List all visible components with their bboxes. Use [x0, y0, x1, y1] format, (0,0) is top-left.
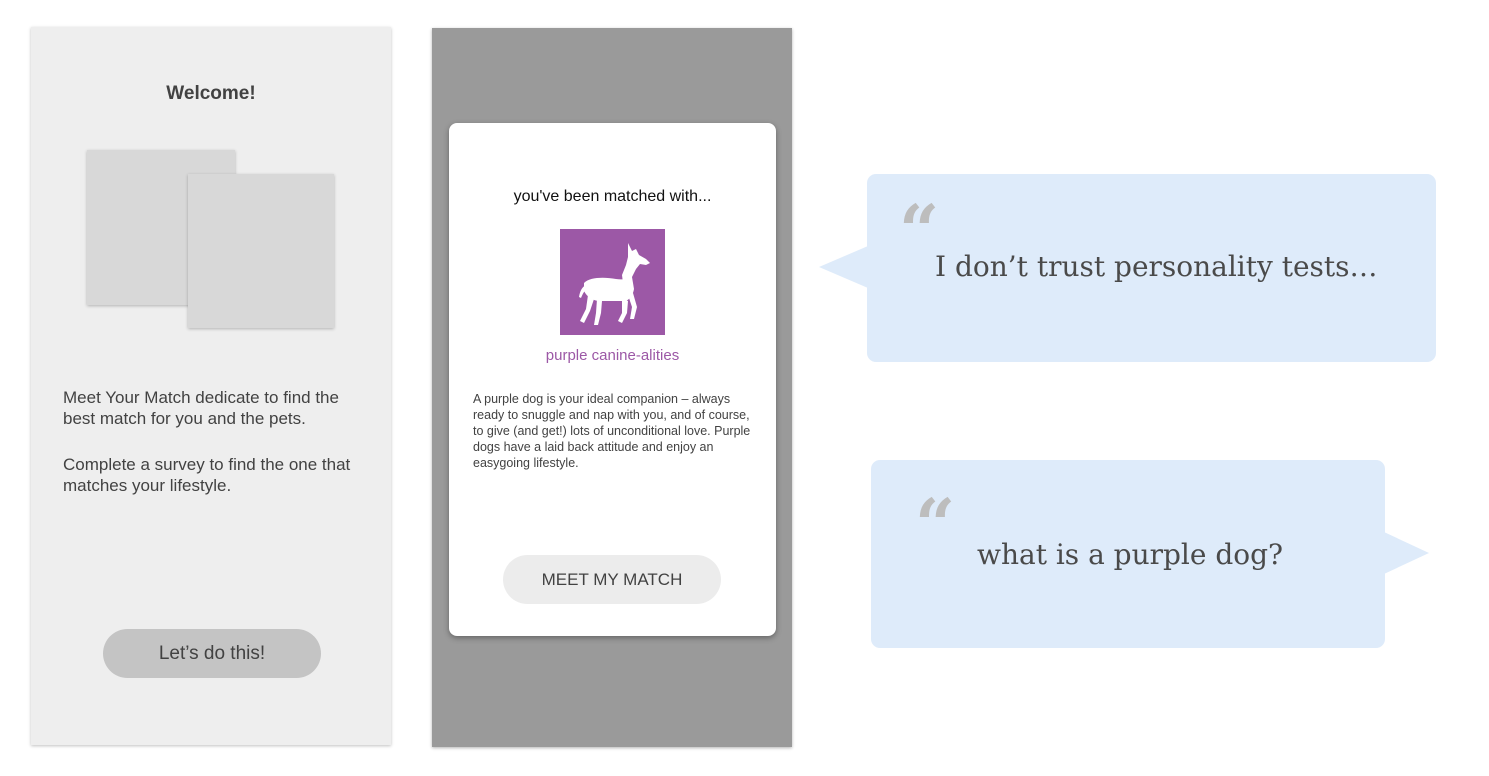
quote-text-1: I don’t trust personality tests…: [935, 250, 1378, 283]
quote-bubble-2: “ what is a purple dog?: [871, 460, 1429, 648]
match-dialog: you've been matched with... purple canin…: [449, 123, 776, 636]
quote-bubble-1: “ I don’t trust personality tests…: [819, 174, 1436, 362]
match-heading: you've been matched with...: [513, 188, 712, 205]
bubble-tail-right: [1384, 532, 1429, 574]
dog-silhouette-icon: [560, 229, 665, 335]
image-placeholder-front: [188, 174, 334, 328]
intro-text: Meet Your Match dedicate to find the bes…: [63, 388, 339, 428]
survey-text: Complete a survey to find the one that m…: [63, 455, 351, 495]
meet-my-match-button[interactable]: MEET MY MATCH: [503, 555, 721, 604]
welcome-screen: Welcome! Meet Your Match dedicate to fin…: [31, 27, 391, 745]
lets-do-this-button[interactable]: Let’s do this!: [103, 629, 321, 678]
match-description: A purple dog is your ideal companion – a…: [473, 392, 751, 470]
match-screen-overlay: you've been matched with... purple canin…: [432, 28, 792, 747]
quote-mark-icon: “: [899, 189, 940, 272]
quote-mark-icon: “: [915, 483, 956, 566]
quote-text-2: what is a purple dog?: [977, 538, 1284, 571]
welcome-title: Welcome!: [166, 83, 256, 104]
match-name: purple canine-alities: [545, 347, 680, 364]
bubble-tail-left: [819, 246, 868, 288]
